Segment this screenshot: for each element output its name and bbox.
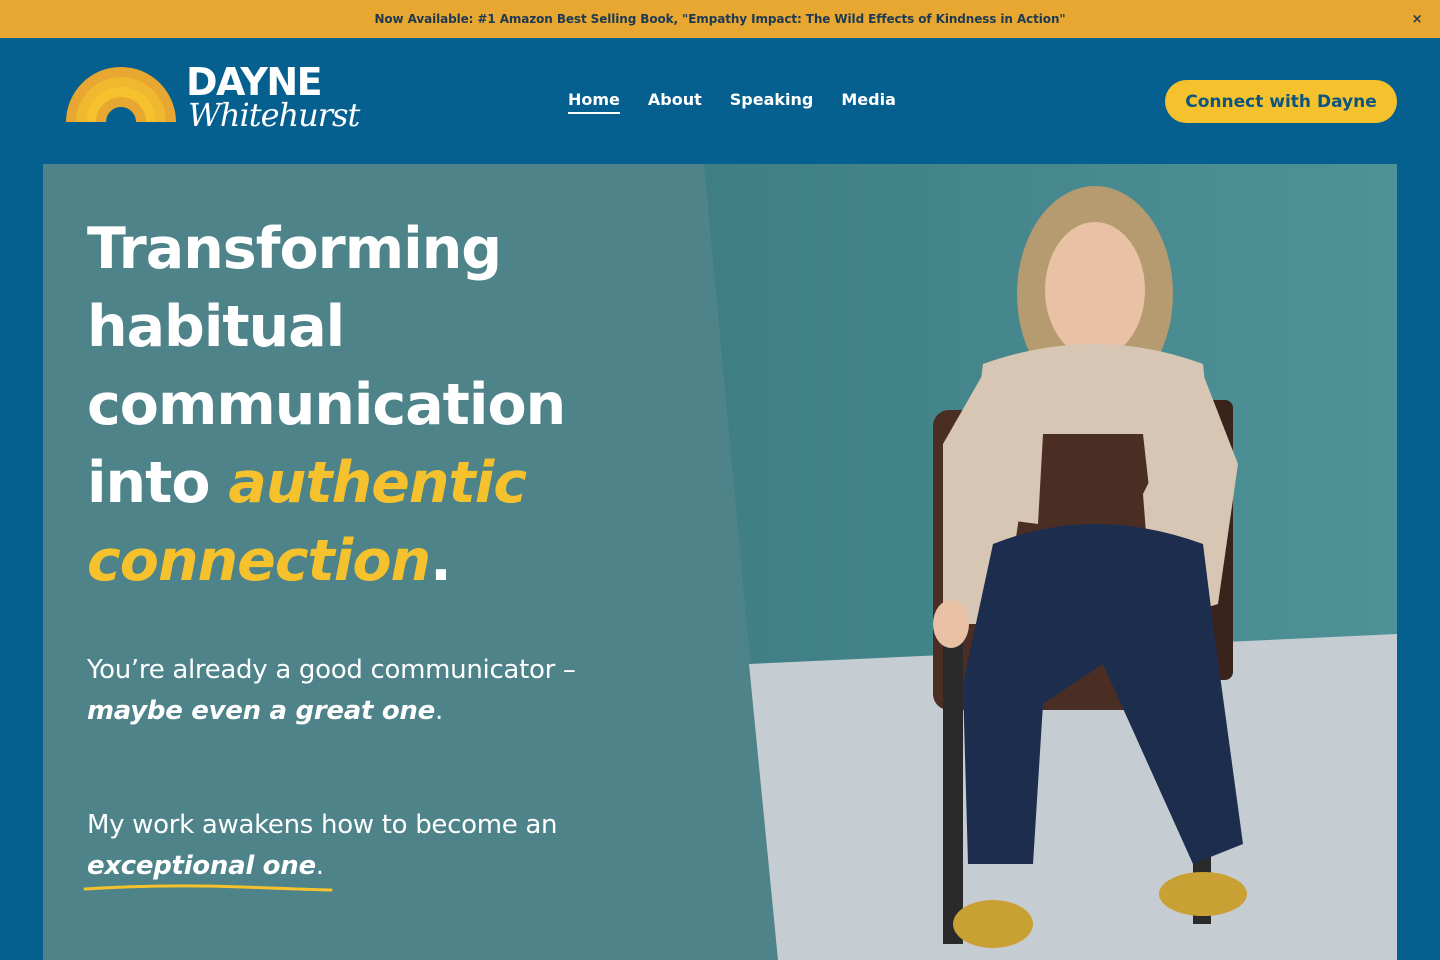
headline-accent-connection: connection bbox=[87, 528, 431, 594]
hero-section: Transforming habitual communication into… bbox=[43, 164, 1397, 960]
nav-home[interactable]: Home bbox=[568, 90, 620, 114]
sub2-end: . bbox=[315, 851, 324, 881]
main-nav: Home About Speaking Media bbox=[568, 90, 896, 114]
headline-line-2: habitual bbox=[87, 294, 345, 360]
announcement-bar: Now Available: #1 Amazon Best Selling Bo… bbox=[0, 0, 1440, 38]
rainbow-logo-icon bbox=[66, 67, 176, 122]
hero-headline: Transforming habitual communication into… bbox=[87, 210, 707, 600]
headline-line-4: into bbox=[87, 450, 229, 516]
hero-subtext-2: My work awakens how to become an excepti… bbox=[83, 805, 627, 892]
nav-media[interactable]: Media bbox=[841, 90, 896, 114]
headline-period: . bbox=[430, 528, 452, 594]
headline-line-1: Transforming bbox=[87, 216, 502, 282]
site-header: DAYNE Whitehurst Home About Speaking Med… bbox=[0, 38, 1440, 164]
hero-subtext-1: You’re already a good communicator – may… bbox=[87, 650, 627, 732]
underlined-phrase: exceptional one. bbox=[83, 846, 333, 892]
sub2-text: My work awakens how to become an bbox=[87, 810, 558, 840]
site-logo[interactable]: DAYNE Whitehurst bbox=[64, 60, 360, 146]
sub1-end: . bbox=[434, 696, 443, 726]
underline-squiggle-icon bbox=[83, 884, 333, 892]
headline-accent-authentic: authentic bbox=[228, 450, 527, 516]
nav-about[interactable]: About bbox=[648, 90, 702, 114]
nav-speaking[interactable]: Speaking bbox=[730, 90, 814, 114]
connect-button[interactable]: Connect with Dayne bbox=[1165, 80, 1397, 123]
sub2-emphasis: exceptional one bbox=[87, 851, 316, 881]
sub1-text: You’re already a good communicator – bbox=[87, 655, 576, 685]
close-icon[interactable]: × bbox=[1408, 10, 1426, 28]
headline-line-3: communication bbox=[87, 372, 566, 438]
announcement-text[interactable]: Now Available: #1 Amazon Best Selling Bo… bbox=[374, 12, 1065, 26]
sub1-emphasis: maybe even a great one bbox=[87, 696, 435, 726]
logo-script: Whitehurst bbox=[188, 96, 360, 134]
